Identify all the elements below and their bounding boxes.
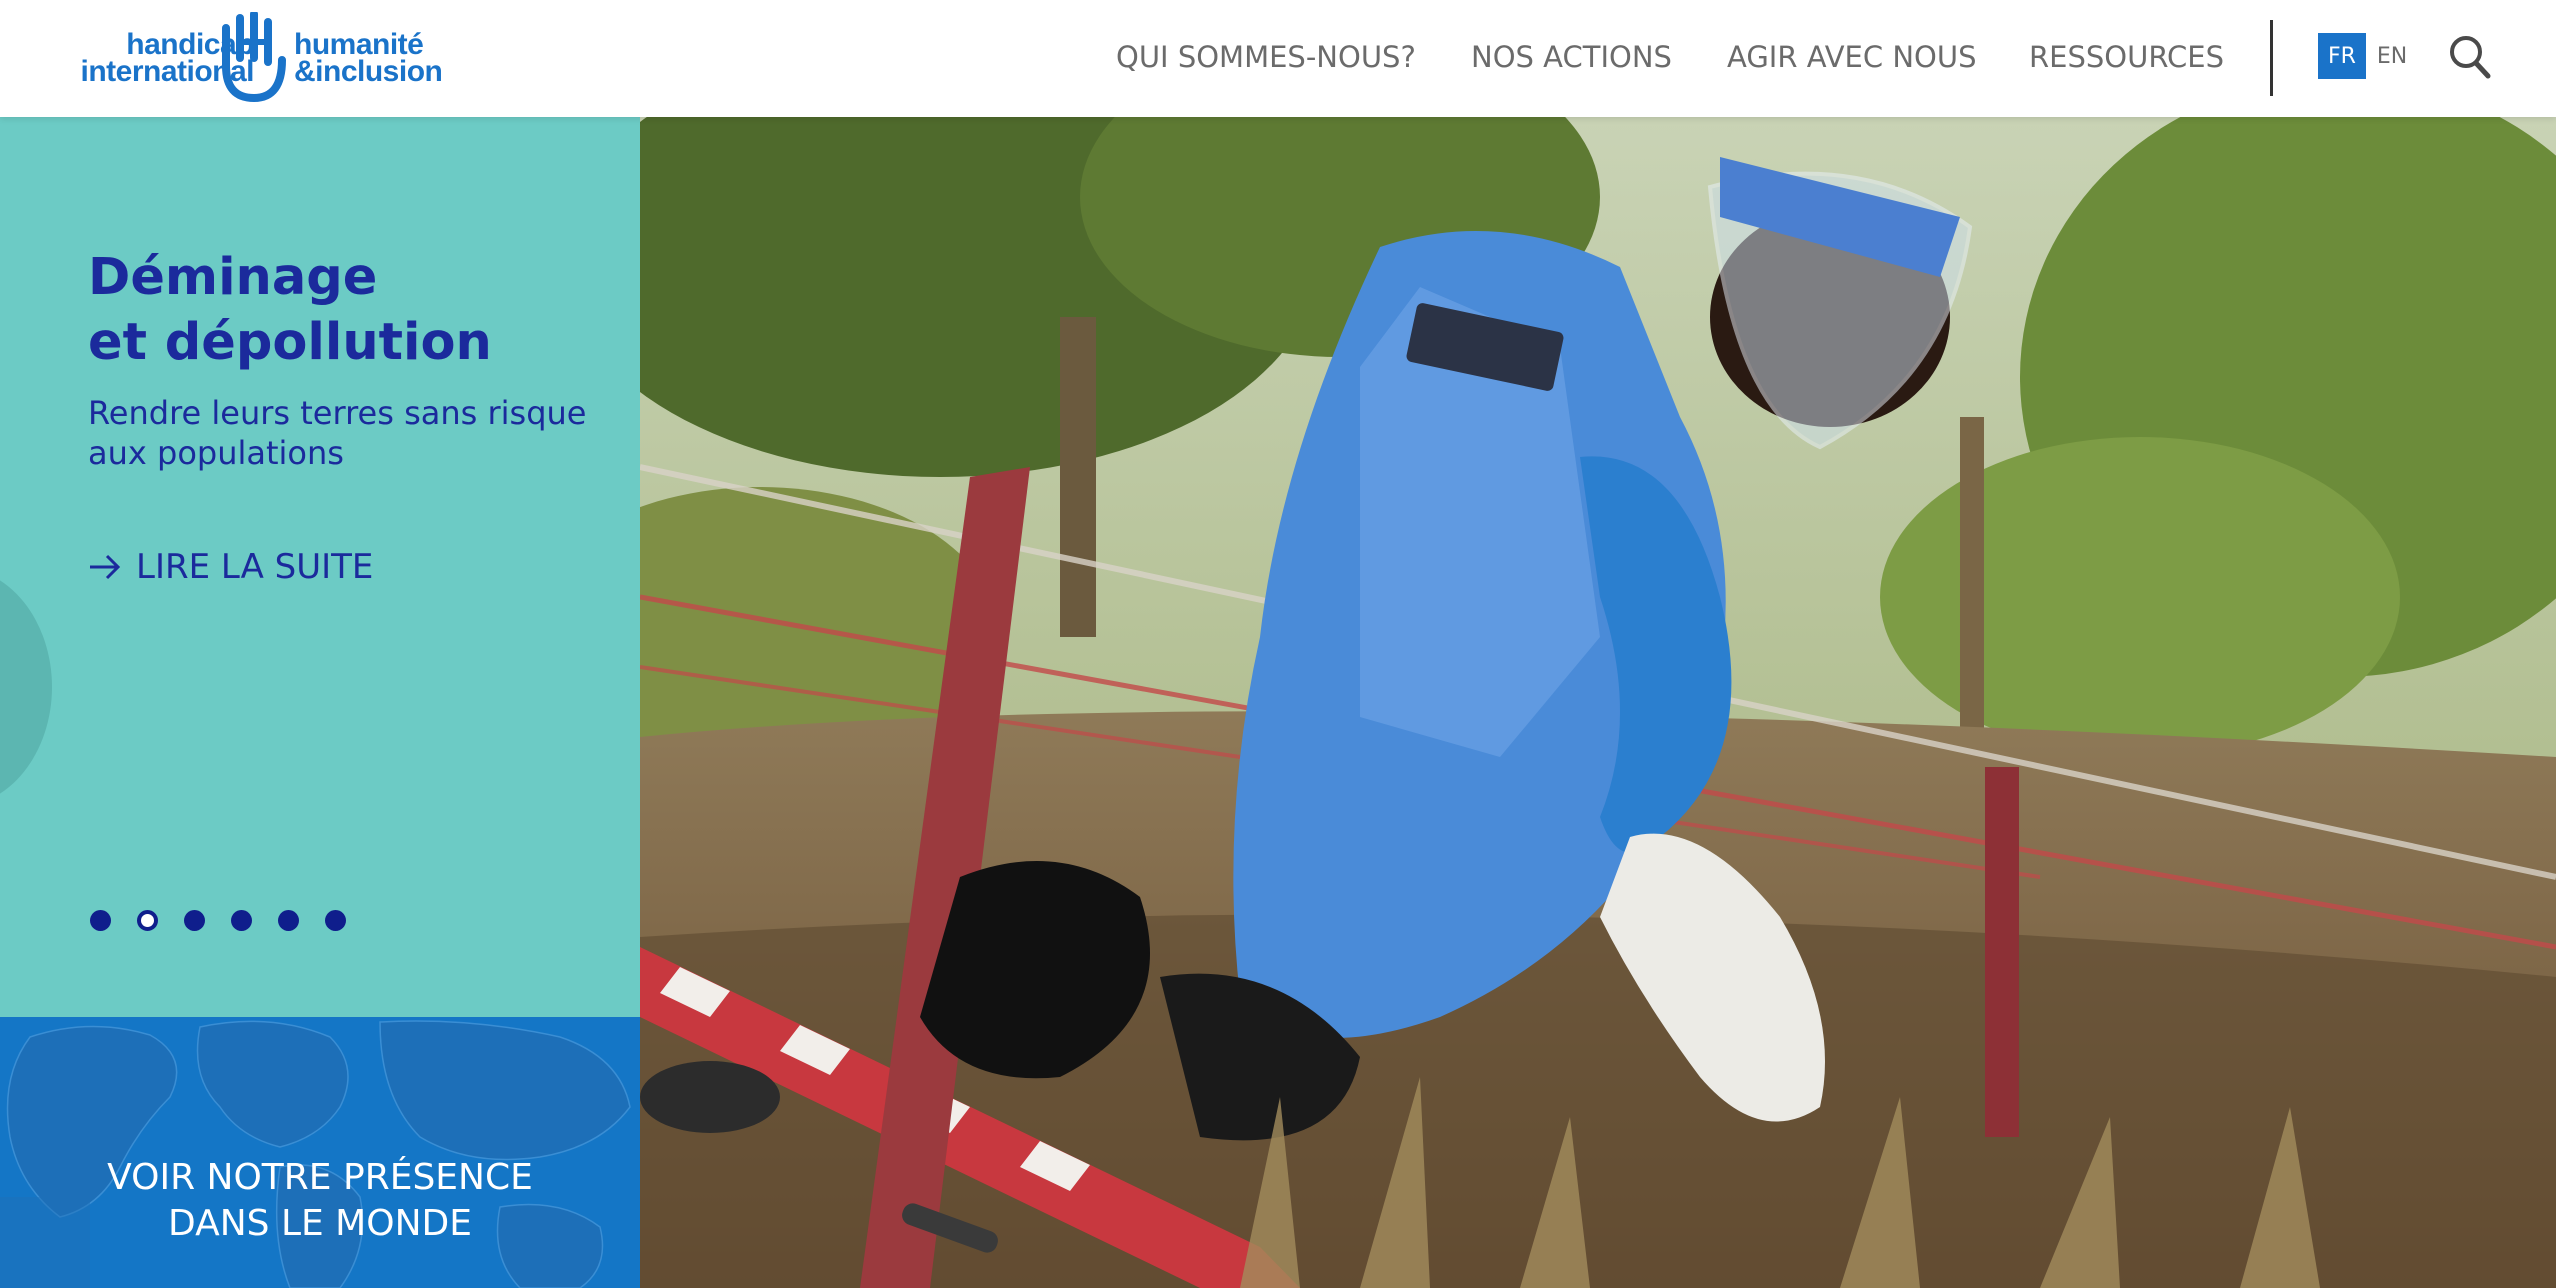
nav-nos-actions[interactable]: NOS ACTIONS bbox=[1471, 40, 1672, 74]
world-presence-link[interactable]: VOIR NOTRE PRÉSENCE DANS LE MONDE bbox=[0, 1017, 640, 1288]
slider-dot-1[interactable] bbox=[90, 910, 111, 931]
logo[interactable]: handicap international humanité &inclusi… bbox=[40, 12, 443, 104]
lang-en-button[interactable]: EN bbox=[2372, 33, 2412, 79]
arrow-right-icon bbox=[90, 554, 121, 580]
read-more-label: LIRE LA SUITE bbox=[136, 547, 374, 587]
slider-dot-2-active[interactable] bbox=[137, 910, 158, 931]
world-presence-text: VOIR NOTRE PRÉSENCE DANS LE MONDE bbox=[0, 1155, 640, 1247]
slide-subtitle-line2: aux populations bbox=[88, 434, 344, 472]
slider-dots bbox=[90, 910, 372, 931]
hand-logo-icon bbox=[222, 12, 286, 103]
slide-title: Déminage et dépollution bbox=[88, 245, 608, 375]
decorative-circle bbox=[0, 567, 52, 807]
logo-text-inclusion: &inclusion bbox=[294, 55, 443, 88]
world-map-image bbox=[0, 1017, 640, 1288]
slide-title-line1: Déminage bbox=[88, 248, 378, 307]
slide-title-line2: et dépollution bbox=[88, 313, 492, 372]
slide-text-panel: Déminage et dépollution Rendre leurs ter… bbox=[0, 117, 640, 1017]
nav-ressources[interactable]: RESSOURCES bbox=[2029, 40, 2224, 74]
nav-agir-avec-nous[interactable]: AGIR AVEC NOUS bbox=[1727, 40, 1977, 74]
hero-image bbox=[640, 117, 2556, 1288]
slide-subtitle: Rendre leurs terres sans risque aux popu… bbox=[88, 393, 608, 473]
slide-subtitle-line1: Rendre leurs terres sans risque bbox=[88, 394, 587, 432]
nav-divider bbox=[2270, 20, 2273, 96]
slider-dot-4[interactable] bbox=[231, 910, 252, 931]
search-icon bbox=[2450, 36, 2491, 79]
site-header: handicap international humanité &inclusi… bbox=[0, 0, 2556, 117]
lang-fr-button[interactable]: FR bbox=[2318, 33, 2366, 79]
world-presence-line1: VOIR NOTRE PRÉSENCE bbox=[107, 1157, 533, 1198]
search-button[interactable] bbox=[2448, 34, 2492, 80]
world-presence-line2: DANS LE MONDE bbox=[168, 1203, 472, 1244]
slider-dot-5[interactable] bbox=[278, 910, 299, 931]
slider-dot-3[interactable] bbox=[184, 910, 205, 931]
read-more-link[interactable]: LIRE LA SUITE bbox=[88, 547, 373, 587]
deminer-photo bbox=[640, 117, 2556, 1288]
slider-dot-6[interactable] bbox=[325, 910, 346, 931]
nav-qui-sommes-nous[interactable]: QUI SOMMES-NOUS? bbox=[1116, 40, 1416, 74]
